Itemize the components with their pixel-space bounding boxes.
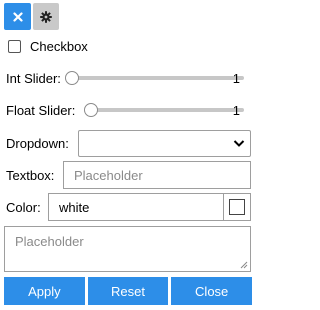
color-value: white xyxy=(59,199,90,215)
close-panel-button[interactable] xyxy=(4,3,31,30)
textarea-placeholder: Placeholder xyxy=(15,234,84,249)
color-label: Color: xyxy=(6,200,41,215)
int-slider-value: 1 xyxy=(232,71,240,86)
close-icon xyxy=(12,11,23,22)
textbox-input[interactable]: Placeholder xyxy=(63,161,251,189)
float-slider-thumb[interactable] xyxy=(84,103,98,117)
float-slider-label: Float Slider: xyxy=(6,102,76,118)
apply-button[interactable]: Apply xyxy=(4,277,85,305)
textarea-input[interactable]: Placeholder xyxy=(4,226,251,272)
int-slider-label: Int Slider: xyxy=(6,70,61,86)
float-slider-value: 1 xyxy=(232,103,240,118)
color-text-input[interactable]: white xyxy=(48,193,224,221)
widget-panel: Checkbox Int Slider: 1 Float Slider: 1 D… xyxy=(0,0,256,310)
settings-button[interactable] xyxy=(33,3,59,30)
action-bar: Apply Reset Close xyxy=(4,277,253,305)
resize-handle-icon[interactable] xyxy=(240,261,248,269)
color-picker-button[interactable] xyxy=(224,193,251,221)
textbox-placeholder: Placeholder xyxy=(74,167,143,183)
close-button[interactable]: Close xyxy=(171,277,253,305)
float-slider-track[interactable] xyxy=(90,108,244,112)
toolbar xyxy=(4,3,59,30)
checkbox[interactable] xyxy=(8,39,21,53)
int-slider-track[interactable] xyxy=(72,76,244,80)
int-slider-thumb[interactable] xyxy=(65,71,79,85)
textbox-label: Textbox: xyxy=(6,168,55,183)
reset-button[interactable]: Reset xyxy=(87,277,169,305)
dropdown-label: Dropdown: xyxy=(6,136,69,151)
dropdown-select[interactable] xyxy=(78,130,251,157)
color-swatch xyxy=(229,199,245,215)
chevron-down-icon xyxy=(233,140,245,147)
gear-icon xyxy=(40,10,52,23)
checkbox-label: Checkbox xyxy=(30,38,88,54)
checkbox-row: Checkbox xyxy=(6,37,250,55)
